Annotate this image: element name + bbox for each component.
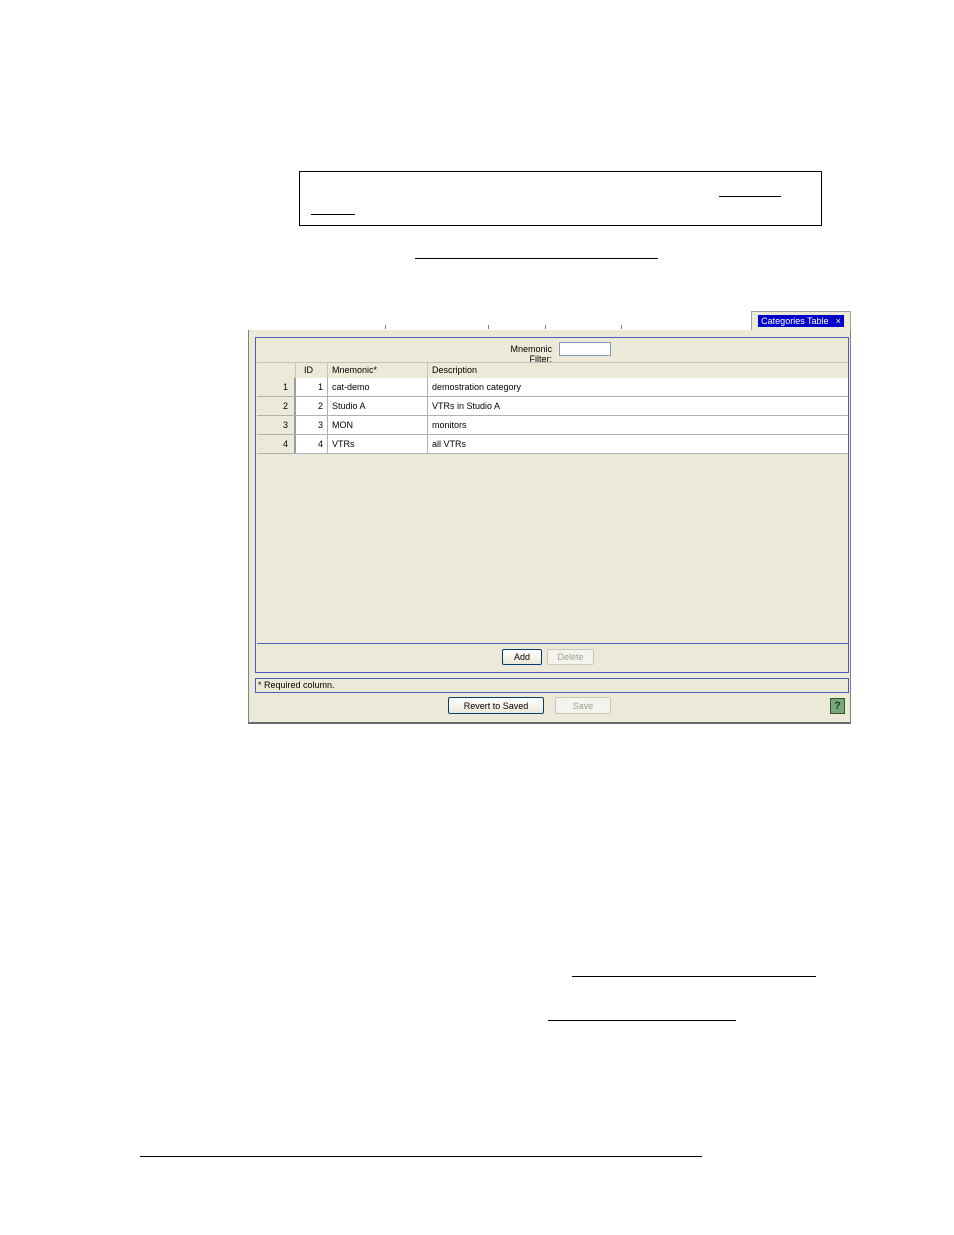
cell-id[interactable]: 4 — [296, 435, 328, 453]
footer-rule — [140, 1156, 702, 1157]
revert-to-saved-button[interactable]: Revert to Saved — [448, 697, 544, 714]
mnemonic-filter-input[interactable] — [559, 342, 611, 356]
close-icon[interactable]: × — [836, 316, 841, 326]
categories-panel: Mnemonic Filter: ID Mnemonic* Descriptio… — [248, 330, 851, 724]
cell-mnemonic[interactable]: MON — [328, 416, 428, 434]
help-icon[interactable]: ? — [830, 698, 845, 714]
table-frame: Mnemonic Filter: ID Mnemonic* Descriptio… — [255, 337, 849, 673]
row-number[interactable]: 3 — [257, 416, 296, 434]
cell-id[interactable]: 1 — [296, 378, 328, 396]
note-box — [299, 171, 822, 226]
column-header-mnemonic[interactable]: Mnemonic* — [328, 363, 428, 378]
cell-description[interactable]: demostration category — [428, 378, 848, 396]
cell-mnemonic[interactable]: cat-demo — [328, 378, 428, 396]
cell-id[interactable]: 3 — [296, 416, 328, 434]
cell-mnemonic[interactable]: VTRs — [328, 435, 428, 453]
link-underline[interactable] — [548, 1020, 736, 1021]
header-rownum — [257, 363, 296, 378]
table-row[interactable]: 3 3 MON monitors — [257, 416, 848, 435]
cell-description[interactable]: all VTRs — [428, 435, 848, 453]
link-underline[interactable] — [311, 214, 355, 215]
required-column-note: * Required column. — [255, 678, 849, 693]
tab-categories-table[interactable]: Categories Table × — [751, 311, 851, 330]
table-header: ID Mnemonic* Description — [257, 363, 848, 378]
table-row[interactable]: 4 4 VTRs all VTRs — [257, 435, 848, 454]
table-row[interactable]: 2 2 Studio A VTRs in Studio A — [257, 397, 848, 416]
tab-label: Categories Table — [761, 316, 829, 326]
cell-description[interactable]: VTRs in Studio A — [428, 397, 848, 415]
row-number[interactable]: 4 — [257, 435, 296, 453]
tab-strip: Categories Table × — [248, 311, 851, 331]
cell-id[interactable]: 2 — [296, 397, 328, 415]
column-header-id[interactable]: ID — [296, 363, 328, 378]
link-underline[interactable] — [719, 196, 781, 197]
row-number[interactable]: 2 — [257, 397, 296, 415]
column-header-description[interactable]: Description — [428, 363, 848, 378]
row-number[interactable]: 1 — [257, 378, 296, 396]
cell-description[interactable]: monitors — [428, 416, 848, 434]
categories-table: ID Mnemonic* Description 1 1 cat-demo de… — [257, 362, 848, 644]
mnemonic-filter-label: Mnemonic Filter: — [510, 344, 552, 364]
save-button[interactable]: Save — [555, 697, 611, 714]
categories-window: Categories Table × Mnemonic Filter: ID M… — [248, 311, 851, 724]
add-button[interactable]: Add — [502, 649, 542, 665]
link-underline[interactable] — [415, 258, 658, 259]
delete-button[interactable]: Delete — [547, 649, 594, 665]
table-row[interactable]: 1 1 cat-demo demostration category — [257, 378, 848, 397]
cell-mnemonic[interactable]: Studio A — [328, 397, 428, 415]
link-underline[interactable] — [572, 976, 816, 977]
